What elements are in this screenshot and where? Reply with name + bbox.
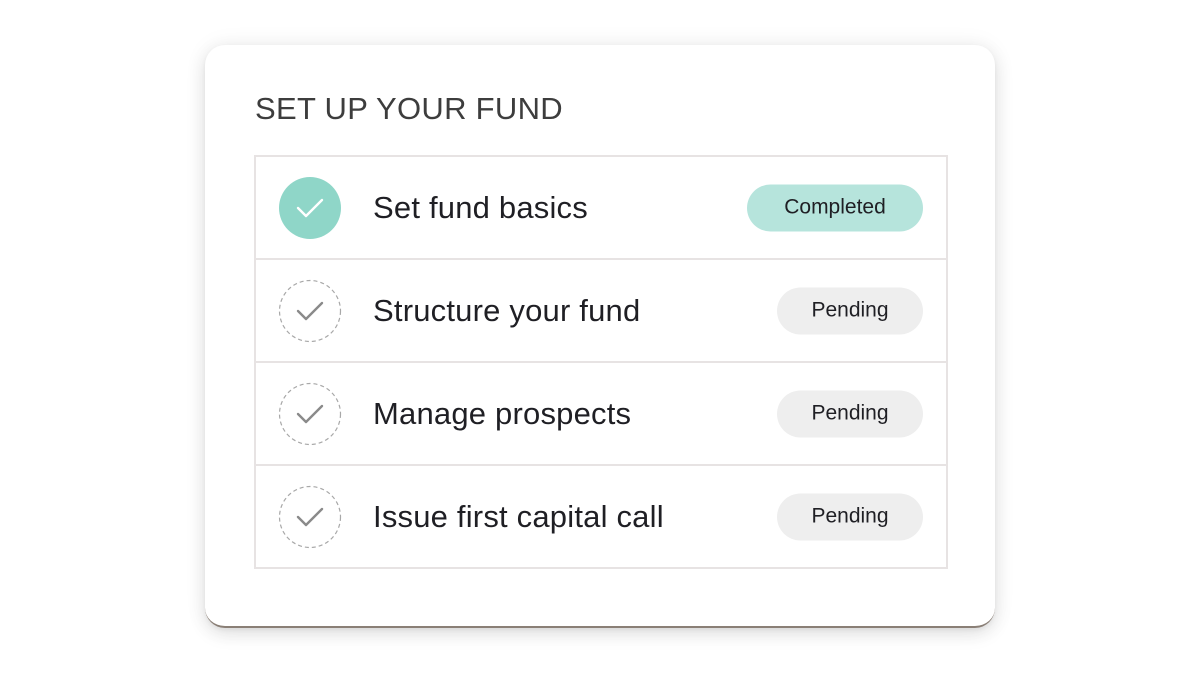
setup-card: SET UP YOUR FUND Set fund basics Complet… — [205, 45, 995, 628]
task-row-manage-prospects[interactable]: Manage prospects Pending — [256, 363, 946, 466]
task-row-structure-your-fund[interactable]: Structure your fund Pending — [256, 260, 946, 363]
check-circle-dashed-icon — [278, 382, 342, 446]
task-label: Structure your fund — [373, 292, 641, 328]
task-row-issue-first-capital-call[interactable]: Issue first capital call Pending — [256, 466, 946, 567]
check-circle-dashed-icon — [278, 485, 342, 549]
check-circle-dashed-icon — [278, 279, 342, 343]
status-badge-pending: Pending — [777, 390, 923, 437]
task-list: Set fund basics Completed Structure your… — [254, 155, 948, 569]
status-badge-pending: Pending — [777, 287, 923, 334]
task-label: Issue first capital call — [373, 498, 664, 534]
status-badge-pending: Pending — [777, 493, 923, 540]
card-title: SET UP YOUR FUND — [255, 91, 563, 126]
task-label: Manage prospects — [373, 395, 632, 431]
task-row-set-fund-basics[interactable]: Set fund basics Completed — [256, 157, 946, 260]
check-circle-filled-icon — [278, 176, 342, 240]
task-label: Set fund basics — [373, 189, 588, 225]
status-badge-completed: Completed — [747, 184, 923, 231]
